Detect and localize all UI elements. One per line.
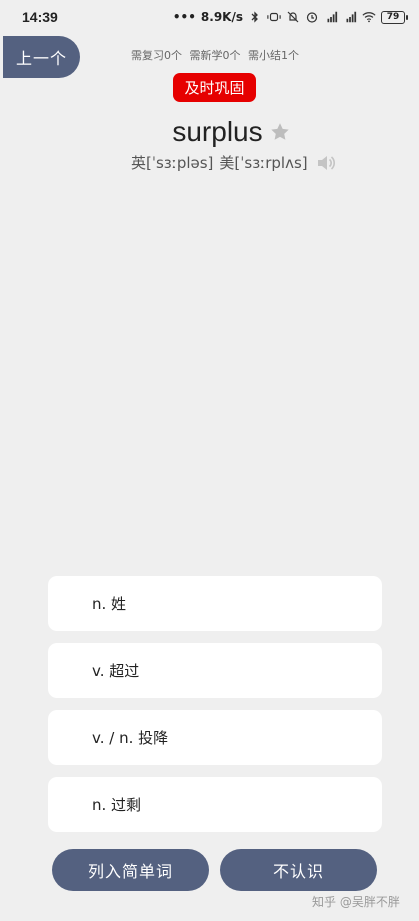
status-icons: ••• 8.9K/s 79 <box>172 10 408 24</box>
dots-icon: ••• <box>172 10 196 24</box>
prev-button[interactable]: 上一个 <box>3 36 80 78</box>
uk-phonetic: 英[ˈsɜːpləs] <box>131 154 214 172</box>
watermark: 知乎 @吴胖不胖 <box>312 895 400 909</box>
star-icon[interactable] <box>269 121 291 143</box>
option-2[interactable]: v. 超过 <box>48 643 382 698</box>
wifi-icon <box>362 11 376 23</box>
battery-icon: 79 <box>381 10 408 24</box>
option-label: v. 超过 <box>92 662 140 680</box>
answer-options: n. 姓 v. 超过 v. / n. 投降 n. 过剩 <box>48 576 382 844</box>
mute-bell-icon <box>286 11 300 23</box>
signal-icon <box>324 11 338 23</box>
bluetooth-icon <box>248 11 262 23</box>
consolidate-badge: 及时巩固 <box>173 73 256 102</box>
option-3[interactable]: v. / n. 投降 <box>48 710 382 765</box>
status-time: 14:39 <box>22 9 58 25</box>
network-speed: 8.9K/s <box>200 10 243 24</box>
us-phonetic: 美[ˈsɜːrplʌs] <box>219 154 308 172</box>
option-4[interactable]: n. 过剩 <box>48 777 382 832</box>
status-bar: 14:39 ••• 8.9K/s 79 <box>0 0 419 34</box>
unknown-button[interactable]: 不认识 <box>220 849 377 891</box>
option-label: n. 过剩 <box>92 796 142 814</box>
add-simple-word-button[interactable]: 列入简单词 <box>52 849 209 891</box>
signal-icon-2 <box>343 11 357 23</box>
word-text: surplus <box>172 116 263 147</box>
phonetics: 英[ˈsɜːpləs] 美[ˈsɜːrplʌs] <box>131 152 336 173</box>
word-quiz-screen: 14:39 ••• 8.9K/s 79 上一个 需复习0个 需新学0个 需小结1… <box>0 0 419 921</box>
word-row: surplus <box>0 116 419 148</box>
speaker-icon[interactable] <box>316 154 336 172</box>
new-count: 需新学0个 <box>189 49 241 62</box>
progress-counts: 需复习0个 需新学0个 需小结1个 <box>131 47 303 63</box>
review-count: 需复习0个 <box>131 49 182 62</box>
option-label: n. 姓 <box>92 595 127 613</box>
option-1[interactable]: n. 姓 <box>48 576 382 631</box>
alarm-icon <box>305 11 319 23</box>
vibrate-icon <box>267 11 281 23</box>
option-label: v. / n. 投降 <box>92 729 169 747</box>
summary-count: 需小结1个 <box>248 49 299 62</box>
